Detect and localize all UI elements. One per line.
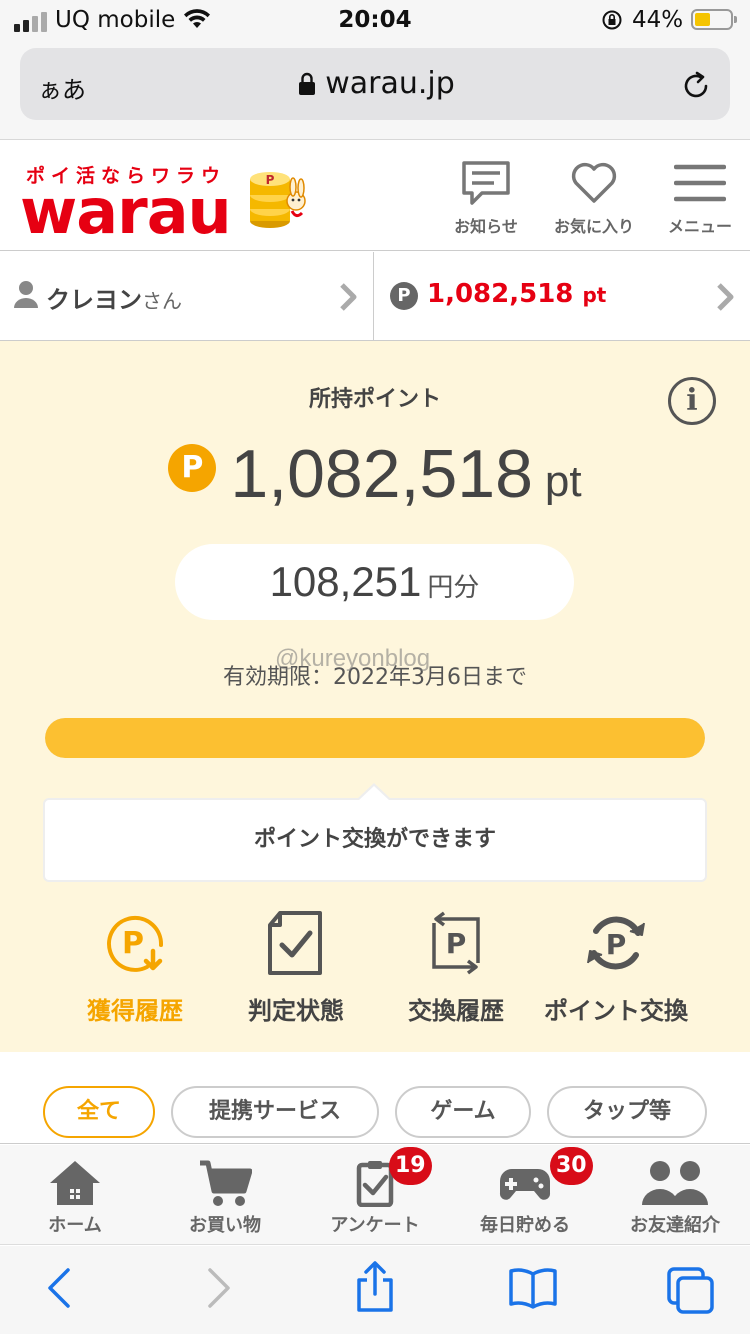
rotation-lock-icon: [602, 10, 622, 30]
hamburger-icon: [674, 164, 726, 202]
browser-toolbar: [0, 1246, 750, 1334]
daily-badge: 30: [550, 1147, 593, 1185]
svg-text:P: P: [446, 927, 467, 960]
user-info-row: クレヨンさん P 1,082,518 pt: [0, 252, 750, 341]
cart-icon: [200, 1160, 252, 1206]
address-bar[interactable]: ぁあ warau.jp: [20, 48, 730, 120]
nav-daily-label: 毎日貯める: [480, 1215, 570, 1236]
menu-button[interactable]: メニュー: [658, 159, 742, 237]
filter-tap[interactable]: タップ等: [547, 1086, 707, 1138]
point-coin-icon: P: [168, 444, 217, 492]
bookmarks-icon[interactable]: [508, 1266, 558, 1310]
exchange-message: ポイント交換ができます: [43, 798, 707, 882]
battery-percent: 44%: [632, 7, 684, 33]
menu-label: メニュー: [667, 217, 732, 236]
filter-all[interactable]: 全て: [43, 1086, 155, 1138]
filter-partner-services[interactable]: 提携サービス: [171, 1086, 379, 1138]
earn-history-button[interactable]: P 獲得履歴: [55, 911, 215, 1026]
nav-daily[interactable]: 毎日貯める 30: [450, 1147, 600, 1237]
tabs-icon[interactable]: [666, 1266, 716, 1314]
exchange-history-button[interactable]: P 交換履歴: [376, 911, 536, 1026]
yen-value: 108,251: [269, 558, 422, 605]
user-name: クレヨンさん: [46, 286, 182, 314]
points-amount: 1,082,518: [230, 436, 533, 512]
bottom-nav: ホーム お買い物 アンケート 19 毎日貯める 30 お友達紹介: [0, 1145, 750, 1245]
friends-icon: [642, 1161, 708, 1205]
user-points-link[interactable]: P 1,082,518 pt: [375, 252, 750, 340]
exchange-history-icon: P: [432, 911, 480, 975]
yen-value-pill: 108,251 円分: [175, 544, 574, 620]
url-text: warau.jp: [325, 66, 455, 101]
exchange-history-label: 交換履歴: [408, 997, 504, 1025]
info-icon[interactable]: i: [668, 377, 716, 425]
survey-badge: 19: [389, 1147, 432, 1185]
points-total: P 1,082,518 pt: [0, 435, 750, 513]
svg-text:P: P: [122, 926, 144, 961]
mascot-coins-icon: P: [250, 172, 306, 228]
points-unit: pt: [544, 457, 582, 506]
gamepad-icon: [499, 1169, 551, 1200]
chevron-right-icon: [340, 283, 357, 311]
user-profile-link[interactable]: クレヨンさん: [0, 252, 374, 340]
filter-games[interactable]: ゲーム: [395, 1086, 531, 1138]
category-filter-row: 全て 提携サービス ゲーム タップ等: [0, 1052, 750, 1144]
points-title: 所持ポイント: [308, 387, 441, 412]
reload-icon[interactable]: [680, 70, 712, 102]
point-exchange-icon: P: [587, 916, 645, 970]
nav-home-label: ホーム: [48, 1215, 102, 1236]
notice-icon: [462, 161, 510, 205]
browser-address-area: ぁあ warau.jp: [0, 40, 750, 140]
site-header: ポイ活ならワラウ warau P お知らせ お気に入り メニュー: [0, 141, 750, 251]
points-progress-fill: [45, 718, 705, 758]
svg-text:P: P: [266, 173, 275, 187]
points-progress-bar: [45, 718, 705, 758]
nav-invite-friends[interactable]: お友達紹介: [600, 1159, 750, 1237]
home-icon: [50, 1161, 100, 1205]
svg-text:P: P: [606, 928, 627, 961]
status-bar: UQ mobile 20:04 44%: [0, 0, 750, 40]
judgement-icon: [268, 911, 322, 975]
nav-survey-label: アンケート: [330, 1215, 420, 1236]
nav-invite-label: お友達紹介: [630, 1215, 720, 1236]
watermark: @kureyonblog: [275, 645, 431, 672]
judgement-button[interactable]: 判定状態: [216, 911, 376, 1026]
nav-shopping[interactable]: お買い物: [150, 1159, 300, 1237]
chevron-right-icon: [717, 283, 734, 311]
bubble-tip-inner: [358, 786, 390, 801]
point-exchange-label: ポイント交換: [544, 997, 688, 1025]
point-badge-icon: P: [390, 282, 418, 310]
heart-icon: [571, 162, 617, 203]
favorites-button[interactable]: お気に入り: [546, 159, 642, 237]
points-panel: 所持ポイント i P 1,082,518 pt 108,251 円分 有効期限：202…: [0, 341, 750, 1052]
notice-button[interactable]: お知らせ: [446, 159, 526, 237]
battery-icon: [691, 9, 737, 30]
notice-label: お知らせ: [454, 217, 518, 236]
yen-unit: 円分: [427, 573, 480, 603]
earn-history-icon: P: [107, 915, 164, 972]
nav-shopping-label: お買い物: [189, 1215, 261, 1236]
favorites-label: お気に入り: [553, 217, 634, 236]
earn-history-label: 獲得履歴: [87, 997, 183, 1025]
nav-survey[interactable]: アンケート 19: [300, 1147, 450, 1237]
nav-home[interactable]: ホーム: [0, 1159, 150, 1237]
back-icon[interactable]: [44, 1266, 74, 1310]
share-icon[interactable]: [353, 1260, 397, 1314]
user-icon: [14, 281, 38, 308]
user-points: 1,082,518 pt: [427, 279, 607, 309]
forward-icon[interactable]: [204, 1266, 234, 1310]
site-logo[interactable]: warau: [20, 175, 232, 248]
point-exchange-button[interactable]: P ポイント交換: [536, 911, 696, 1026]
judgement-label: 判定状態: [248, 997, 344, 1025]
